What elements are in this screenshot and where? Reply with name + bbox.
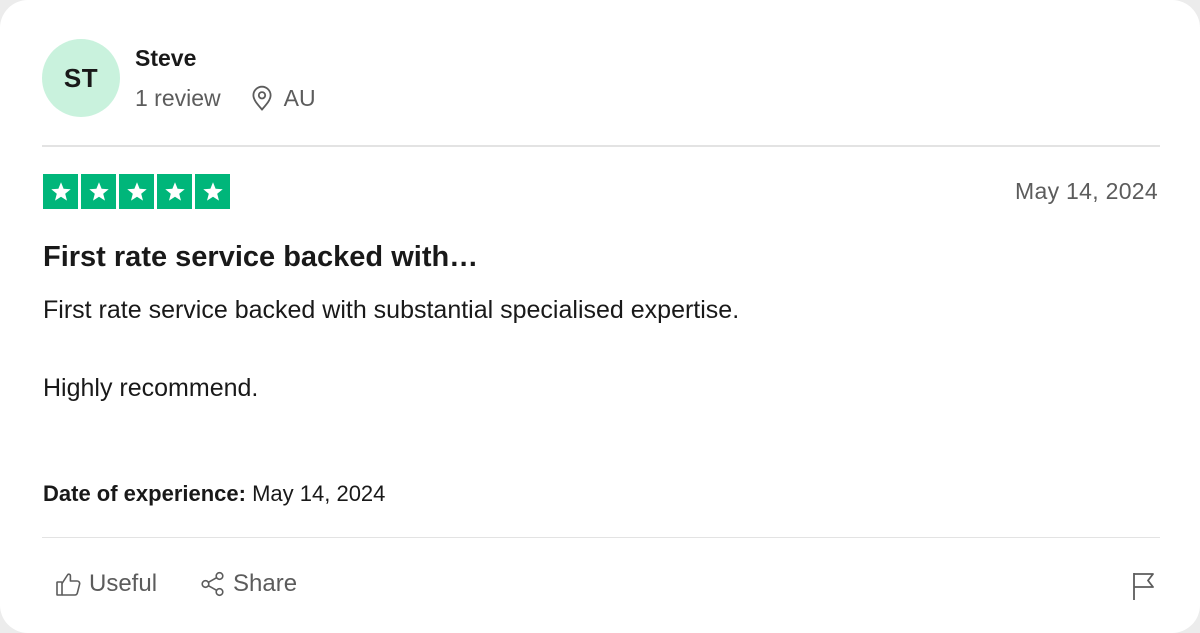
- share-icon: [201, 571, 224, 597]
- reviewer-meta: 1 review AU: [135, 83, 316, 113]
- star-icon: [195, 174, 230, 209]
- star-rating: [43, 174, 230, 209]
- share-label: Share: [233, 570, 298, 597]
- review-paragraph: First rate service backed with substanti…: [43, 296, 740, 324]
- review-actions: Useful Share: [55, 570, 297, 598]
- flag-icon: [1133, 573, 1154, 600]
- divider: [42, 537, 1160, 538]
- star-icon: [157, 174, 192, 209]
- review-card: ST Steve 1 review AU May 14, 2024 First …: [0, 0, 1200, 633]
- experience-label: Date of experience:: [43, 481, 246, 506]
- review-body: First rate service backed with substanti…: [43, 292, 1143, 406]
- star-icon: [43, 174, 78, 209]
- review-paragraph: Highly recommend.: [43, 374, 259, 402]
- share-button[interactable]: Share: [199, 570, 297, 598]
- star-icon: [81, 174, 116, 209]
- useful-label: Useful: [89, 570, 158, 597]
- reviewer-location: AU: [251, 85, 316, 112]
- report-flag-button[interactable]: [1130, 571, 1158, 601]
- useful-button[interactable]: Useful: [55, 570, 157, 598]
- experience-date: May 14, 2024: [252, 481, 386, 506]
- reviewer-name[interactable]: Steve: [135, 44, 196, 72]
- thumbs-up-icon: [56, 573, 81, 596]
- location-pin-icon: [251, 85, 273, 111]
- divider: [42, 145, 1160, 147]
- location-label: AU: [283, 84, 316, 111]
- review-count: 1 review: [135, 84, 221, 111]
- date-of-experience: Date of experience: May 14, 2024: [43, 480, 385, 508]
- star-icon: [119, 174, 154, 209]
- review-title[interactable]: First rate service backed with…: [43, 239, 478, 275]
- avatar[interactable]: ST: [42, 39, 120, 117]
- review-date: May 14, 2024: [1015, 178, 1158, 204]
